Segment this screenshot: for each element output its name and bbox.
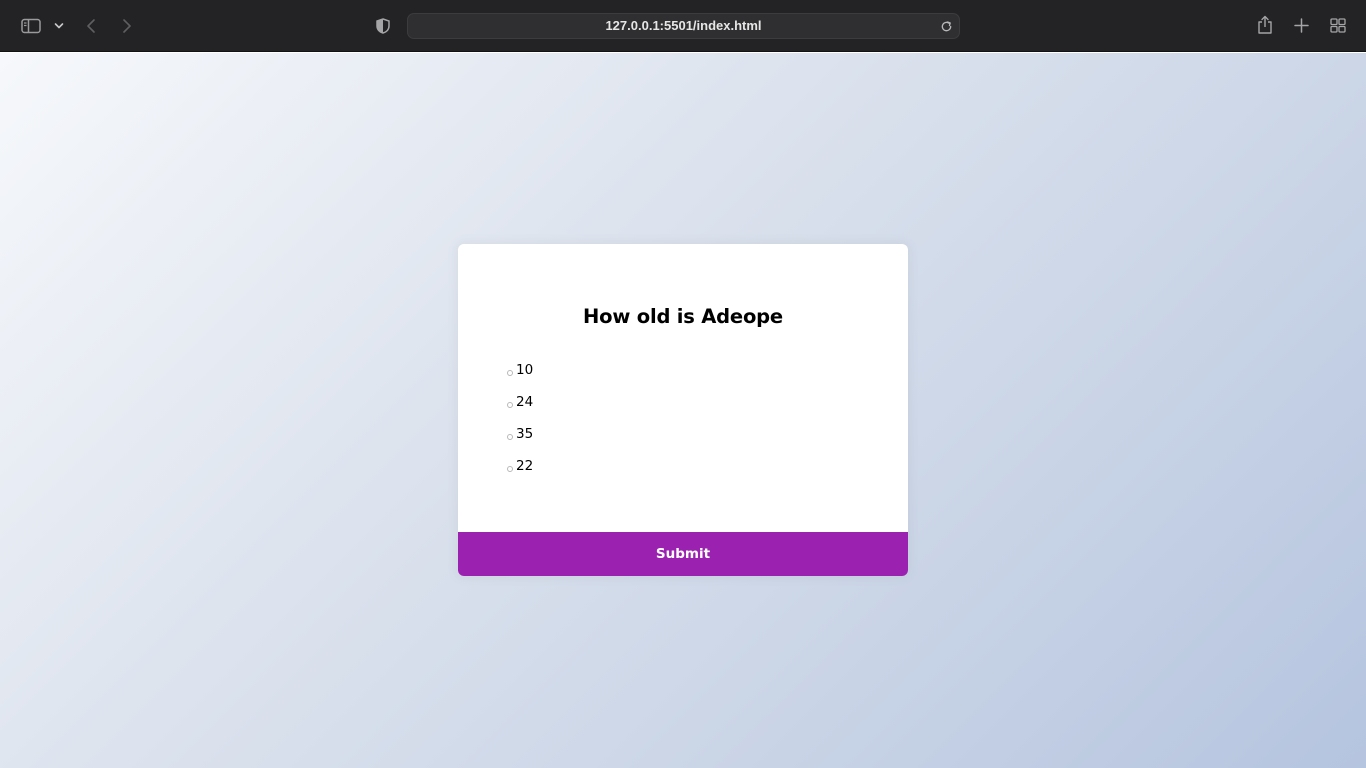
answer-label[interactable]: 10: [516, 362, 533, 378]
page-viewport: How old is Adeope 10 24 35 22 Submit: [0, 53, 1366, 768]
tab-overview-icon[interactable]: [1329, 17, 1347, 34]
address-url[interactable]: 127.0.0.1:5501/index.html: [408, 14, 959, 38]
answer-option-1[interactable]: 10: [507, 354, 533, 386]
answer-list: 10 24 35 22: [507, 354, 533, 482]
forward-arrow-icon[interactable]: [119, 16, 135, 36]
radio-button[interactable]: [507, 401, 513, 408]
quiz-card: How old is Adeope 10 24 35 22 Submit: [458, 244, 908, 576]
sidebar-icon[interactable]: [20, 16, 42, 36]
submit-button[interactable]: Submit: [458, 532, 908, 576]
new-tab-icon[interactable]: [1293, 17, 1310, 34]
answer-label[interactable]: 24: [516, 394, 533, 410]
address-bar[interactable]: 127.0.0.1:5501/index.html: [407, 13, 960, 39]
answer-option-3[interactable]: 35: [507, 418, 533, 450]
radio-button[interactable]: [507, 433, 513, 440]
share-icon[interactable]: [1256, 14, 1274, 36]
answer-label[interactable]: 35: [516, 426, 533, 442]
browser-toolbar: 127.0.0.1:5501/index.html: [0, 0, 1366, 52]
radio-button[interactable]: [507, 465, 513, 472]
shield-icon[interactable]: [374, 16, 392, 36]
chevron-down-icon[interactable]: [52, 19, 66, 33]
question-title: How old is Adeope: [583, 305, 783, 328]
reload-icon[interactable]: [938, 18, 954, 34]
back-arrow-icon[interactable]: [83, 16, 99, 36]
radio-button[interactable]: [507, 369, 513, 376]
answer-option-2[interactable]: 24: [507, 386, 533, 418]
answer-option-4[interactable]: 22: [507, 450, 533, 482]
answer-label[interactable]: 22: [516, 458, 533, 474]
